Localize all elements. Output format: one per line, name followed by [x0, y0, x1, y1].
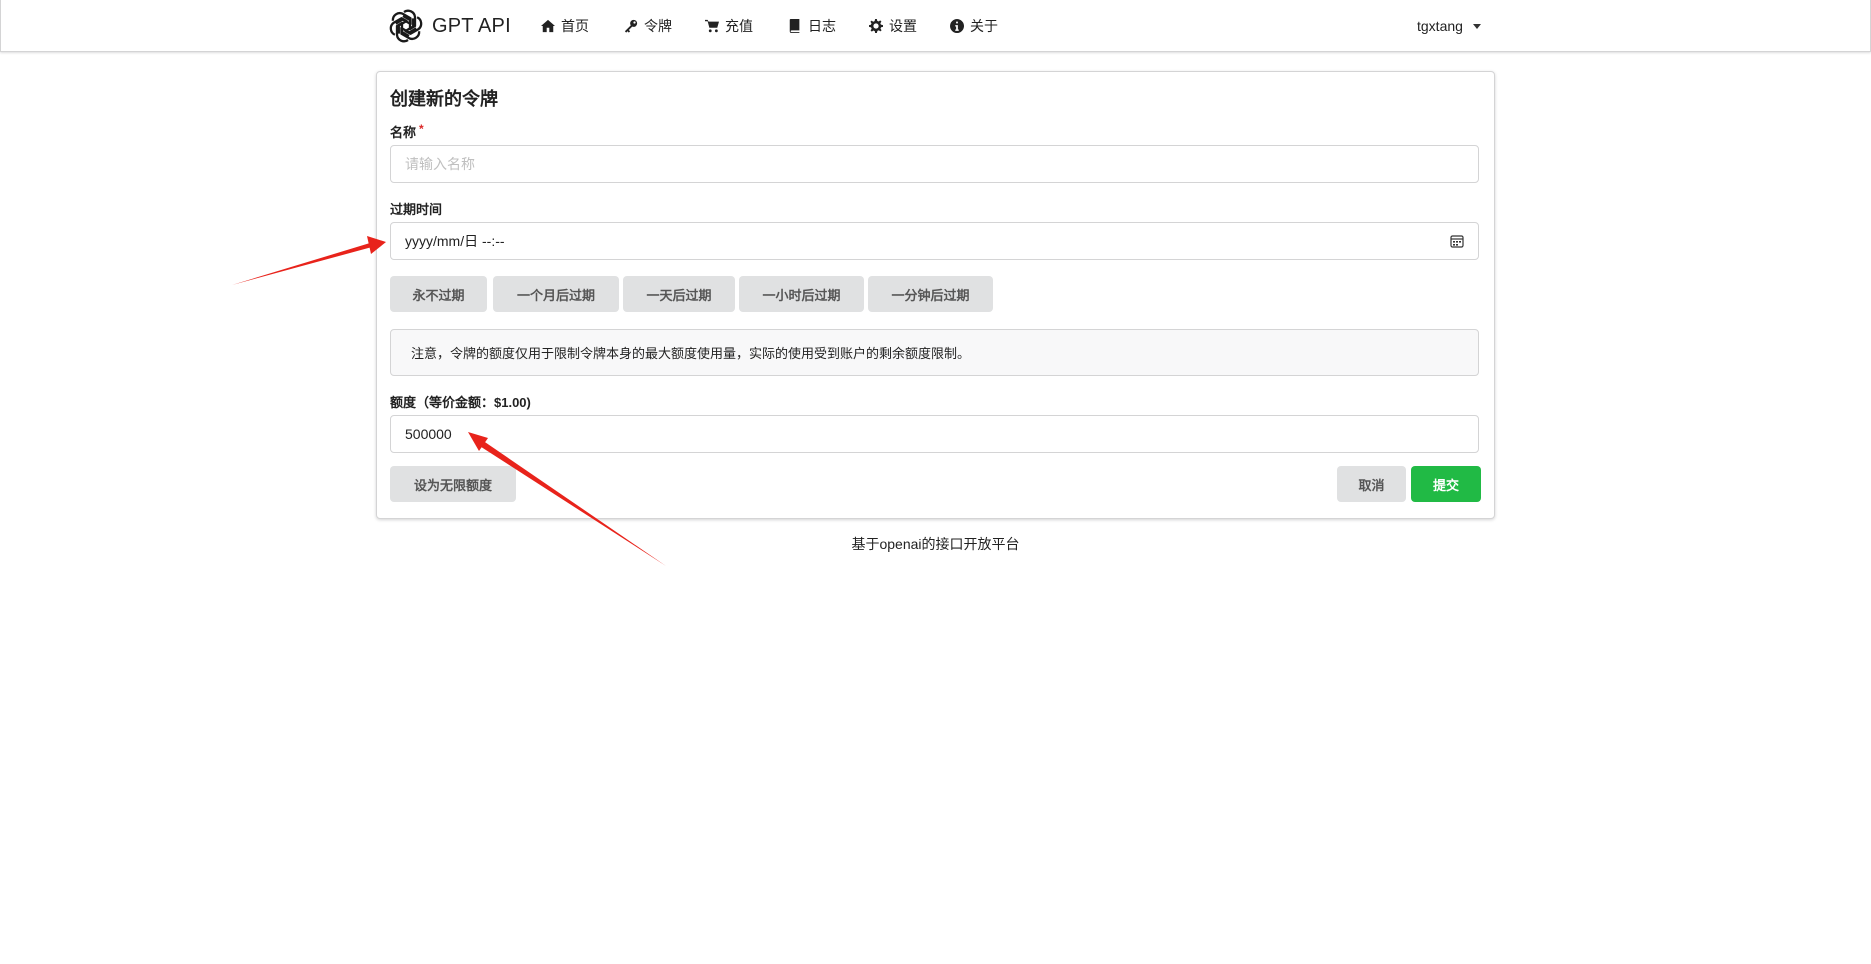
- page-title: 创建新的令牌: [390, 89, 498, 109]
- expire-one-month-button[interactable]: 一个月后过期: [493, 276, 619, 312]
- annotation-arrow-expire: [232, 236, 386, 285]
- nav-item-about[interactable]: 关于: [950, 14, 998, 38]
- name-input[interactable]: [390, 145, 1479, 183]
- brand[interactable]: GPT API: [388, 7, 511, 45]
- openai-logo-icon: [389, 9, 423, 43]
- nav-item-topup[interactable]: 充值: [705, 14, 753, 38]
- nav-item-settings[interactable]: 设置: [869, 14, 917, 38]
- expire-one-day-button[interactable]: 一天后过期: [623, 276, 735, 312]
- cancel-button[interactable]: 取消: [1337, 466, 1406, 502]
- expire-value: yyyy/mm/日 --:--: [405, 233, 505, 249]
- notice-text: 注意，令牌的额度仅用于限制令牌本身的最大额度使用量，实际的使用受到账户的剩余额度…: [411, 346, 971, 361]
- name-label: 名称 *: [390, 122, 424, 141]
- quota-label: 额度（等价金额：$1.00): [390, 395, 531, 410]
- nav-item-label: 令牌: [644, 18, 672, 34]
- nav-item-label: 充值: [725, 18, 753, 34]
- nav-item-label: 关于: [970, 18, 998, 34]
- nav-item-logs[interactable]: 日志: [788, 14, 836, 38]
- home-icon: [541, 19, 555, 33]
- nav-item-label: 设置: [889, 18, 917, 34]
- footer-text: 基于openai的接口开放平台: [851, 536, 1020, 552]
- brand-title: GPT API: [432, 14, 511, 37]
- nav-item-tokens[interactable]: 令牌: [624, 14, 672, 38]
- caret-down-icon: [1472, 23, 1481, 29]
- gear-icon: [869, 19, 883, 33]
- nav-item-label: 日志: [808, 18, 836, 34]
- user-dropdown[interactable]: tgxtang: [1417, 14, 1481, 38]
- username: tgxtang: [1417, 18, 1463, 34]
- never-expire-button[interactable]: 永不过期: [390, 276, 487, 312]
- expire-one-minute-button[interactable]: 一分钟后过期: [868, 276, 993, 312]
- name-label-text: 名称: [390, 125, 417, 140]
- expire-label: 过期时间: [390, 202, 443, 217]
- cart-icon: [705, 19, 719, 33]
- nav-item-home[interactable]: 首页: [541, 14, 589, 38]
- expire-datetime-input[interactable]: yyyy/mm/日 --:--: [390, 222, 1479, 260]
- required-mark: *: [419, 122, 424, 136]
- top-menu: GPT API 首页 令牌 充值 日志 设置 关于 tgxtang: [0, 0, 1871, 52]
- expire-one-hour-button[interactable]: 一小时后过期: [739, 276, 864, 312]
- submit-button[interactable]: 提交: [1411, 466, 1481, 502]
- quota-input[interactable]: [390, 415, 1479, 453]
- key-icon: [624, 19, 638, 33]
- calendar-icon[interactable]: [1450, 234, 1464, 248]
- book-icon: [789, 19, 800, 33]
- nav-item-label: 首页: [561, 18, 589, 34]
- set-unlimited-button[interactable]: 设为无限额度: [390, 466, 516, 502]
- quota-notice: 注意，令牌的额度仅用于限制令牌本身的最大额度使用量，实际的使用受到账户的剩余额度…: [390, 329, 1479, 376]
- create-token-card: 创建新的令牌 名称* 过期时间 yyyy/mm/日 --:-- 永不过期 一个月…: [376, 71, 1495, 519]
- info-icon: [950, 19, 964, 33]
